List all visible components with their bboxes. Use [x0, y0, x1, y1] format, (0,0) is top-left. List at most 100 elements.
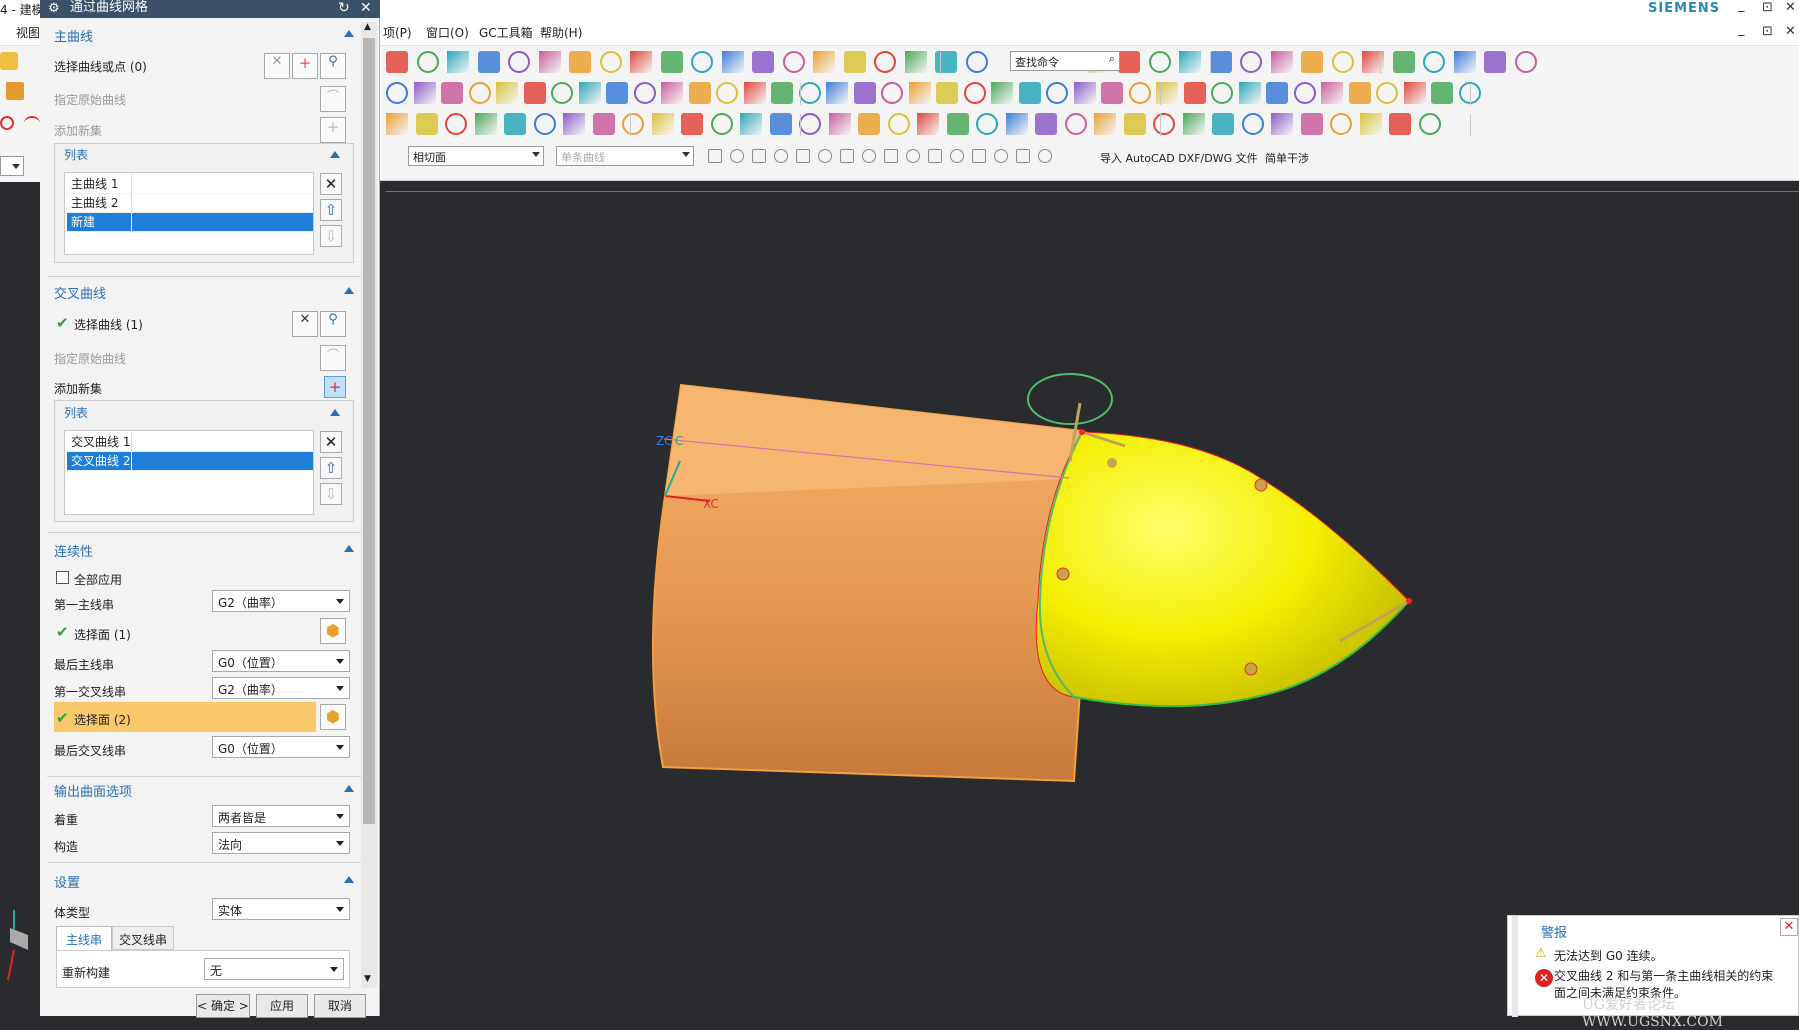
list-item[interactable]: 主曲线 2 [67, 194, 313, 213]
tool-icon[interactable] [874, 51, 896, 73]
snap-point-icon[interactable] [906, 149, 920, 163]
menu-help[interactable]: 帮助(H) [540, 24, 582, 41]
deselect-icon[interactable]: ✕ [292, 311, 318, 337]
command-search-input[interactable]: 查找命令 ⌕ [1010, 51, 1120, 71]
tool-icon[interactable] [563, 113, 585, 135]
minimize-button[interactable]: _ [1738, 0, 1745, 13]
tool-icon[interactable] [1240, 51, 1262, 73]
move-up-icon[interactable]: ⇧ [320, 199, 342, 221]
snap-type-select[interactable]: 相切面 [408, 146, 544, 166]
origin-curve-icon[interactable]: ⌒ [320, 86, 346, 112]
tool-icon[interactable] [946, 113, 969, 135]
tool-icon[interactable] [386, 51, 408, 73]
tool-icon[interactable] [599, 51, 622, 73]
collapse-icon[interactable] [344, 287, 354, 294]
menu-window[interactable]: 窗口(O) [426, 24, 469, 41]
menu-view[interactable]: 视图 [16, 24, 40, 41]
tool-icon[interactable] [551, 82, 573, 104]
circle-icon[interactable] [0, 116, 14, 130]
tool-icon[interactable] [661, 82, 683, 104]
collapse-icon[interactable] [330, 151, 340, 158]
origin-curve-icon[interactable]: ⌒ [320, 345, 346, 371]
tool-icon[interactable] [1331, 51, 1354, 73]
tool-icon[interactable] [1101, 82, 1123, 104]
tool-icon[interactable] [908, 82, 931, 104]
tool-icon[interactable] [887, 113, 910, 135]
tool-icon[interactable] [1153, 113, 1175, 135]
section-header-primary[interactable]: 主曲线 [54, 26, 93, 45]
part-icon[interactable] [6, 82, 24, 100]
face-icon[interactable]: ⬢ [320, 704, 346, 730]
tool-icon[interactable] [813, 51, 835, 73]
close-icon[interactable]: ✕ [360, 0, 372, 16]
tool-icon[interactable] [881, 82, 903, 104]
tool-icon[interactable] [1266, 82, 1288, 104]
snap-point-icon[interactable] [972, 149, 986, 163]
scrollbar-thumb[interactable] [363, 38, 375, 824]
tool-icon[interactable] [1293, 82, 1316, 104]
list-header-primary[interactable]: 列表 [64, 146, 88, 163]
list-item-selected[interactable]: 交叉曲线 2 [67, 452, 313, 471]
snap-point-icon[interactable] [752, 149, 766, 163]
snap-point-icon[interactable] [994, 149, 1008, 163]
tool-icon[interactable] [1241, 113, 1264, 135]
tool-icon[interactable] [508, 51, 530, 73]
tool-icon[interactable] [441, 82, 463, 104]
tool-icon[interactable] [1514, 51, 1537, 73]
menu-item-p[interactable]: 项(P) [383, 24, 412, 41]
tool-icon[interactable] [415, 113, 438, 135]
construction-select[interactable]: 法向 [212, 832, 350, 854]
tool-icon[interactable] [468, 82, 491, 104]
move-down-icon[interactable]: ⇩ [320, 225, 342, 247]
doc-minimize-button[interactable]: _ [1738, 22, 1745, 37]
tool-icon[interactable] [853, 82, 876, 104]
tool-icon[interactable] [828, 113, 851, 135]
alert-close-icon[interactable]: ✕ [1780, 918, 1798, 936]
tool-icon[interactable] [578, 82, 601, 104]
curve-rule-select[interactable]: 单条曲线 [556, 146, 694, 166]
tool-icon[interactable] [1392, 51, 1415, 73]
tool-icon[interactable] [1431, 82, 1453, 104]
tool-icon[interactable] [688, 82, 711, 104]
tool-icon[interactable] [633, 82, 656, 104]
import-dxf-label[interactable]: 导入 AutoCAD DXF/DWG 文件 [1100, 150, 1258, 166]
tool-icon[interactable] [474, 113, 497, 135]
tool-icon[interactable] [533, 113, 556, 135]
move-down-icon[interactable]: ⇩ [320, 483, 342, 505]
list-item-selected[interactable]: 新建 [67, 213, 313, 232]
tool-icon[interactable] [1046, 82, 1068, 104]
section-header-continuity[interactable]: 连续性 [54, 541, 93, 560]
tool-icon[interactable] [1064, 113, 1087, 135]
tool-icon[interactable] [1238, 82, 1261, 104]
tool-icon[interactable] [799, 113, 821, 135]
tool-icon[interactable] [681, 113, 703, 135]
tool-icon[interactable] [1359, 113, 1382, 135]
remove-icon[interactable]: ✕ [320, 173, 342, 195]
deselect-icon[interactable]: ✕ [264, 53, 290, 79]
tool-icon[interactable] [1035, 113, 1057, 135]
tool-icon[interactable] [716, 82, 738, 104]
tool-icon[interactable] [1123, 113, 1146, 135]
tool-icon[interactable] [477, 51, 500, 73]
tool-icon[interactable] [1423, 51, 1445, 73]
remove-icon[interactable]: ✕ [320, 431, 342, 453]
tool-icon[interactable] [721, 51, 744, 73]
tool-icon[interactable] [991, 82, 1013, 104]
search-icon[interactable]: ⌕ [1109, 52, 1115, 66]
scroll-up-icon[interactable]: ▲ [364, 22, 371, 32]
tool-icon[interactable] [630, 51, 652, 73]
tool-icon[interactable] [569, 51, 591, 73]
tool-icon[interactable] [1403, 82, 1426, 104]
tool-icon[interactable] [691, 51, 713, 73]
tool-icon[interactable] [782, 51, 805, 73]
last-primary-select[interactable]: G0（位置） [212, 650, 350, 672]
menu-gc-toolbox[interactable]: GC工具箱 [479, 24, 533, 41]
tool-icon[interactable] [771, 82, 793, 104]
tool-icon[interactable] [1271, 113, 1293, 135]
tool-icon[interactable] [917, 113, 939, 135]
list-item[interactable]: 交叉曲线 1 [67, 433, 313, 452]
list-header-cross[interactable]: 列表 [64, 404, 88, 421]
snap-point-icon[interactable] [884, 149, 898, 163]
tool-icon[interactable] [965, 51, 988, 73]
graphics-viewport[interactable]: ZC C XC [380, 181, 1799, 1016]
